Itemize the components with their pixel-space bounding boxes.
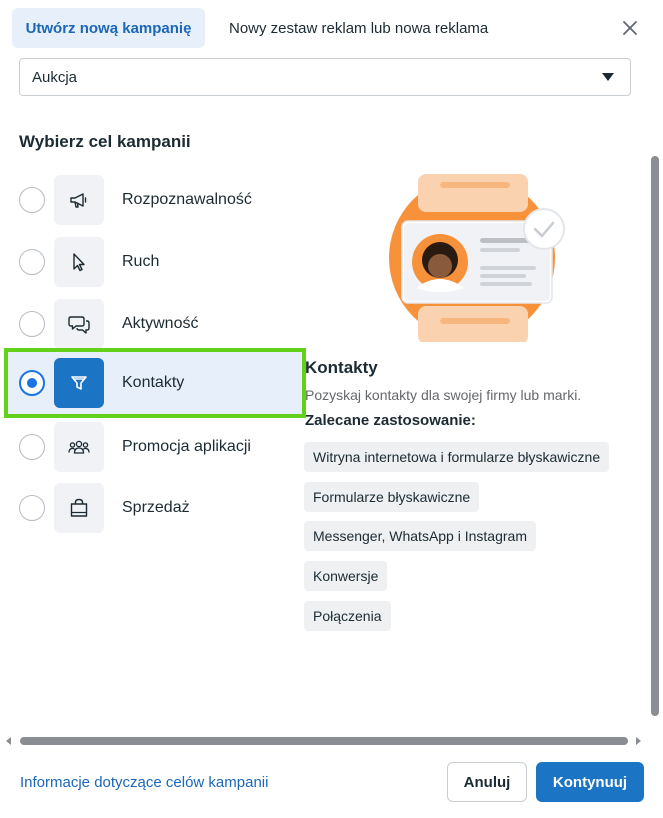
objective-engagement[interactable]: Aktywność bbox=[10, 295, 300, 353]
objective-icon-box bbox=[54, 483, 104, 533]
caret-down-icon bbox=[602, 73, 614, 81]
radio-button[interactable] bbox=[19, 495, 45, 521]
horizontal-scrollbar-thumb[interactable] bbox=[20, 737, 628, 745]
objective-detail-title: Kontakty bbox=[305, 358, 378, 377]
objective-icon-box bbox=[54, 237, 104, 287]
funnel-icon bbox=[71, 376, 87, 390]
objective-label: Ruch bbox=[122, 253, 160, 270]
objective-label: Promocja aplikacji bbox=[122, 438, 251, 455]
recommended-use-title: Zalecane zastosowanie: bbox=[305, 412, 476, 429]
vertical-scrollbar-thumb[interactable] bbox=[651, 156, 659, 716]
radio-button[interactable] bbox=[19, 434, 45, 460]
modal-content: Aukcja Wybierz cel kampanii Rozpoznawaln… bbox=[0, 56, 663, 736]
objective-sales[interactable]: Sprzedaż bbox=[10, 479, 300, 537]
shopping-bag-icon bbox=[70, 498, 88, 517]
close-button[interactable] bbox=[618, 16, 642, 40]
objective-label: Aktywność bbox=[122, 315, 199, 332]
buying-type-select[interactable]: Aukcja bbox=[19, 58, 631, 96]
objective-icon-box bbox=[54, 422, 104, 472]
objective-label: Rozpoznawalność bbox=[122, 191, 252, 208]
objective-traffic[interactable]: Ruch bbox=[10, 233, 300, 291]
radio-button[interactable] bbox=[19, 187, 45, 213]
modal-footer: Informacje dotyczące celów kampanii Anul… bbox=[0, 748, 663, 818]
horizontal-scrollbar[interactable] bbox=[0, 734, 663, 748]
modal-header: Utwórz nową kampanię Nowy zestaw reklam … bbox=[0, 0, 663, 56]
objective-detail-description: Pozyskaj kontakty dla swojej firmy lub m… bbox=[305, 387, 582, 403]
close-icon bbox=[623, 21, 637, 35]
radio-button[interactable] bbox=[19, 311, 45, 337]
radio-button[interactable] bbox=[19, 249, 45, 275]
objective-label: Sprzedaż bbox=[122, 499, 190, 516]
objectives-title: Wybierz cel kampanii bbox=[19, 132, 191, 151]
tab-create-campaign[interactable]: Utwórz nową kampanię bbox=[12, 8, 205, 48]
megaphone-icon bbox=[70, 193, 87, 208]
scroll-left-arrow-icon[interactable] bbox=[6, 737, 11, 745]
objective-awareness[interactable]: Rozpoznawalność bbox=[10, 171, 300, 229]
cursor-icon bbox=[73, 253, 85, 272]
tab-new-ad-set-or-ad[interactable]: Nowy zestaw reklam lub nowa reklama bbox=[229, 8, 488, 48]
cancel-button[interactable]: Anuluj bbox=[447, 762, 527, 802]
people-icon bbox=[68, 440, 90, 454]
objective-app-promotion[interactable]: Promocja aplikacji bbox=[10, 418, 300, 476]
objective-icon-box bbox=[54, 358, 104, 408]
continue-button[interactable]: Kontynuuj bbox=[536, 762, 644, 802]
use-case-chip: Połączenia bbox=[304, 601, 391, 631]
radio-button-selected[interactable] bbox=[19, 370, 45, 396]
objective-icon-box bbox=[54, 299, 104, 349]
objective-label: Kontakty bbox=[122, 374, 185, 391]
objective-leads[interactable]: Kontakty bbox=[4, 348, 306, 418]
buying-type-value: Aukcja bbox=[32, 68, 78, 86]
objective-icon-box bbox=[54, 175, 104, 225]
chat-bubbles-icon bbox=[68, 316, 90, 334]
use-case-chip: Konwersje bbox=[304, 561, 388, 591]
use-case-chip: Witryna internetowa i formularze błyskaw… bbox=[304, 442, 610, 472]
objectives-info-link[interactable]: Informacje dotyczące celów kampanii bbox=[20, 774, 268, 791]
use-case-chip: Formularze błyskawiczne bbox=[304, 482, 480, 512]
vertical-scrollbar[interactable] bbox=[649, 56, 663, 736]
use-case-chip: Messenger, WhatsApp i Instagram bbox=[304, 521, 536, 551]
leads-illustration bbox=[389, 174, 565, 342]
scroll-right-arrow-icon[interactable] bbox=[636, 737, 641, 745]
